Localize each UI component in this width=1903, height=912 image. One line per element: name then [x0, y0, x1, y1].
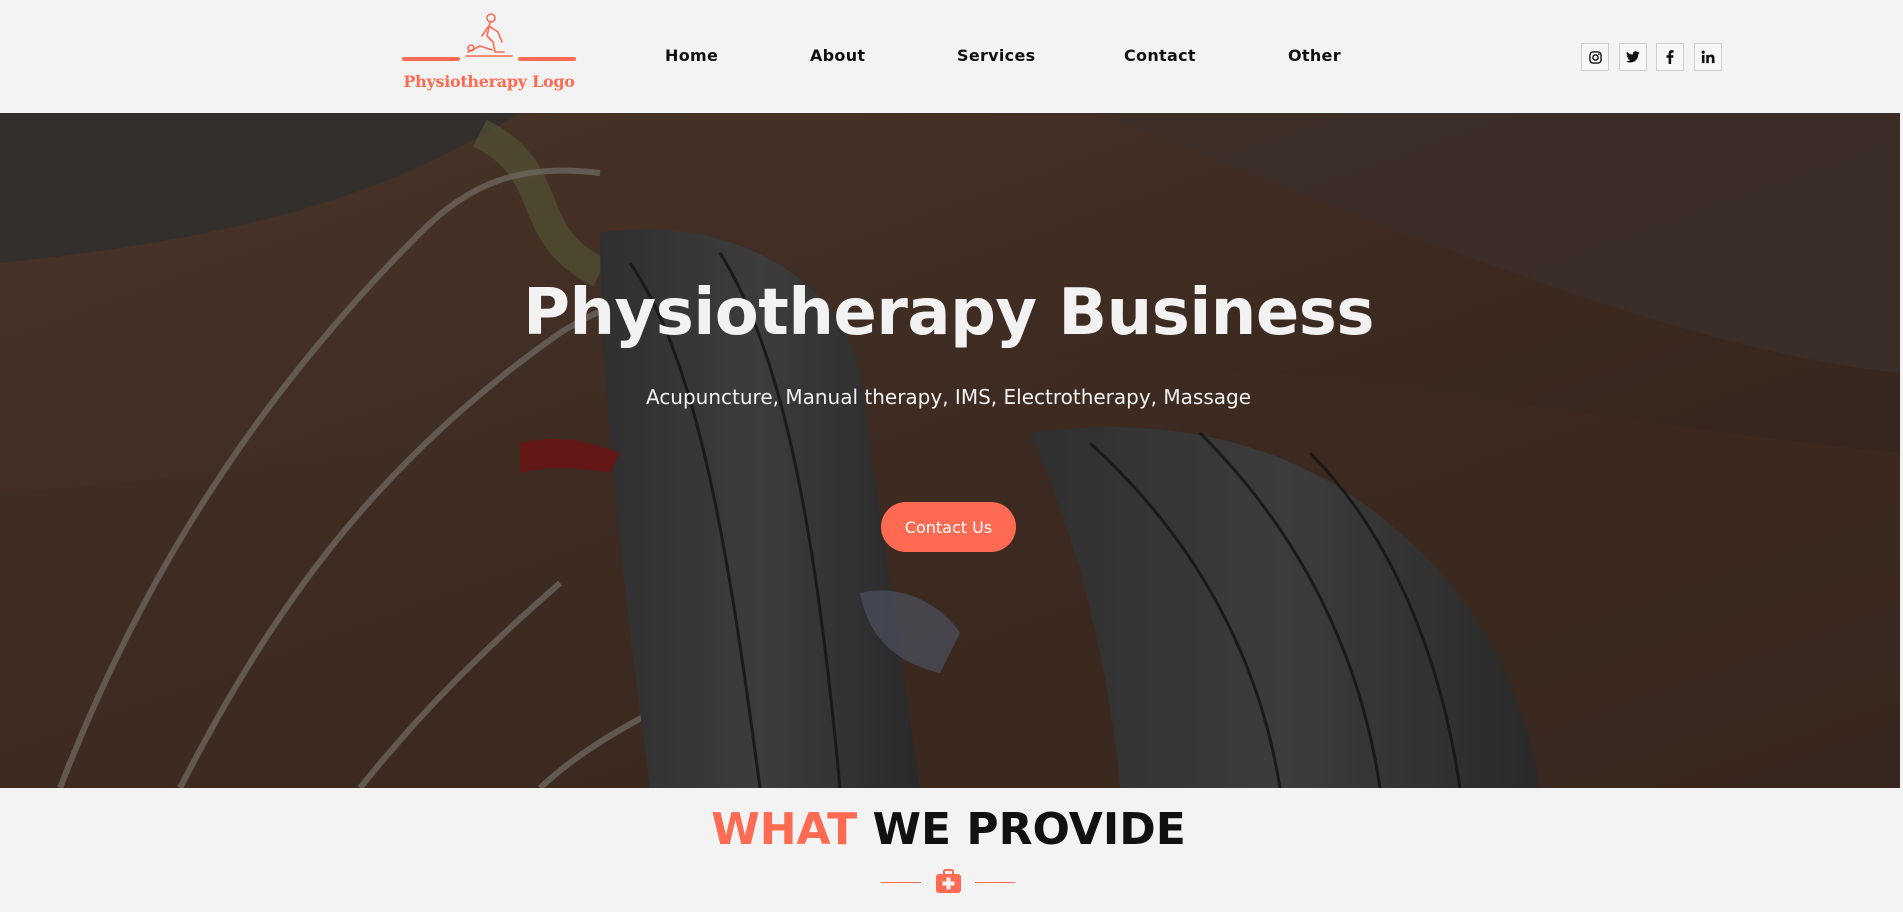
nav-about[interactable]: About [810, 46, 865, 65]
nav-other[interactable]: Other [1288, 46, 1341, 65]
first-aid-kit-icon [936, 869, 961, 893]
linkedin-link[interactable] [1694, 43, 1722, 71]
nav-home[interactable]: Home [665, 46, 718, 65]
hero-background-image [0, 113, 1900, 788]
twitter-link[interactable] [1619, 43, 1647, 71]
section-title-rest: WE PROVIDE [857, 804, 1186, 855]
hero-title: Physiotherapy Business [523, 276, 1374, 350]
hero-subtitle: Acupuncture, Manual therapy, IMS, Electr… [645, 385, 1252, 409]
contact-us-button[interactable]: Contact Us [881, 502, 1016, 552]
facebook-link[interactable] [1656, 43, 1684, 71]
site-header: Physiotherapy Logo Home About Services C… [0, 0, 1903, 113]
twitter-icon [1626, 51, 1640, 63]
logo-line-right [518, 57, 576, 61]
linkedin-icon [1701, 50, 1715, 64]
divider-line-right [975, 882, 1015, 883]
nav-contact[interactable]: Contact [1124, 46, 1196, 65]
hero-section: Physiotherapy Business Acupuncture, Manu… [0, 113, 1900, 788]
instagram-icon [1588, 50, 1602, 64]
section-title-accent: WHAT [711, 804, 858, 855]
section-title-what-we-provide: WHAT WE PROVIDE [0, 804, 1897, 855]
logo-line-left [402, 57, 460, 61]
physiotherapist-icon [465, 13, 513, 57]
facebook-icon [1666, 50, 1674, 64]
nav-services[interactable]: Services [957, 46, 1035, 65]
instagram-link[interactable] [1581, 43, 1609, 71]
logo-text: Physiotherapy Logo [403, 72, 575, 91]
site-logo[interactable]: Physiotherapy Logo [402, 12, 576, 100]
divider-line-left [881, 882, 921, 883]
